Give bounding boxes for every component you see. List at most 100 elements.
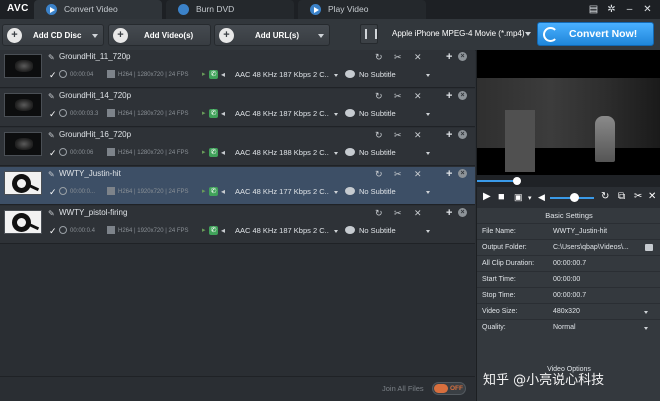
- checkmark-icon[interactable]: ✓: [49, 148, 57, 158]
- audio-track-select[interactable]: AAC 48 KHz 187 Kbps 2 C...: [235, 108, 329, 120]
- plus-icon[interactable]: +: [446, 168, 452, 180]
- seek-handle[interactable]: [513, 177, 522, 185]
- chevron-down-icon[interactable]: [426, 191, 430, 194]
- chevron-down-icon[interactable]: [644, 311, 648, 314]
- remove-file-icon[interactable]: ×: [458, 208, 467, 217]
- folder-icon[interactable]: [645, 244, 653, 251]
- join-all-files-toggle[interactable]: OFF: [432, 382, 466, 395]
- remove-file-icon[interactable]: ×: [458, 52, 467, 61]
- file-name[interactable]: GroundHit_14_720p: [59, 90, 131, 102]
- file-row[interactable]: ✎ GroundHit_11_720p ↻ ✂ ✕ + × ✓ 00:00:04 H…: [0, 50, 475, 88]
- chevron-down-icon[interactable]: [426, 230, 430, 233]
- plus-icon[interactable]: +: [446, 90, 452, 102]
- cut-icon[interactable]: ✂: [394, 51, 402, 63]
- setting-value[interactable]: 00:00:00.7: [553, 256, 645, 272]
- chevron-down-icon[interactable]: ▾: [528, 193, 532, 205]
- cut-icon[interactable]: ✂: [394, 207, 402, 219]
- cut-icon[interactable]: ✂: [634, 191, 642, 203]
- pencil-icon[interactable]: ✎: [48, 93, 55, 101]
- effects-icon[interactable]: ✕: [414, 90, 422, 102]
- checkmark-icon[interactable]: ✓: [49, 109, 57, 119]
- rotate-icon[interactable]: ↻: [375, 90, 383, 102]
- chevron-down-icon[interactable]: [334, 113, 338, 116]
- subtitle-select[interactable]: No Subtitle: [359, 225, 396, 237]
- setting-value[interactable]: WWTY_Justin-hit: [553, 224, 645, 240]
- checkmark-icon[interactable]: ✓: [49, 187, 57, 197]
- volume-handle[interactable]: [570, 193, 580, 202]
- pencil-icon[interactable]: ✎: [48, 132, 55, 140]
- tab-convert-video[interactable]: Convert Video: [34, 0, 162, 19]
- subtitle-select[interactable]: No Subtitle: [359, 147, 396, 159]
- setting-value[interactable]: 480x320: [553, 304, 645, 320]
- tab-burn-dvd[interactable]: Burn DVD: [166, 0, 294, 19]
- chevron-down-icon[interactable]: [426, 74, 430, 77]
- play-icon[interactable]: ▶: [483, 191, 491, 203]
- stop-icon[interactable]: ■: [498, 191, 505, 203]
- file-row[interactable]: ✎ WWTY_Justin-hit ↻ ✂ ✕ + × ✓ 00:00:0... H…: [0, 167, 475, 205]
- chevron-down-icon[interactable]: [334, 230, 338, 233]
- audio-track-select[interactable]: AAC 48 KHz 187 Kbps 2 C...: [235, 69, 329, 81]
- file-name[interactable]: GroundHit_16_720p: [59, 129, 131, 141]
- setting-value[interactable]: 00:00:00.7: [553, 288, 645, 304]
- cut-icon[interactable]: ✂: [394, 168, 402, 180]
- volume-icon[interactable]: ◀: [538, 191, 545, 203]
- chevron-down-icon[interactable]: [426, 152, 430, 155]
- rotate-icon[interactable]: ↻: [375, 168, 383, 180]
- subtitle-select[interactable]: No Subtitle: [359, 186, 396, 198]
- pencil-icon[interactable]: ✎: [48, 54, 55, 62]
- effects-icon[interactable]: ✕: [414, 129, 422, 141]
- effects-icon[interactable]: ✕: [648, 191, 656, 203]
- file-name[interactable]: WWTY_pistol-firing: [59, 207, 127, 219]
- rotate-icon[interactable]: ↻: [601, 191, 609, 203]
- checkmark-icon[interactable]: ✓: [49, 226, 57, 236]
- effects-icon[interactable]: ✕: [414, 207, 422, 219]
- cut-icon[interactable]: ✂: [394, 129, 402, 141]
- audio-track-select[interactable]: AAC 48 KHz 188 Kbps 2 C...: [235, 147, 329, 159]
- convert-now-button[interactable]: Convert Now!: [537, 22, 654, 46]
- setting-value[interactable]: Normal: [553, 320, 645, 336]
- remove-file-icon[interactable]: ×: [458, 169, 467, 178]
- chevron-down-icon[interactable]: [426, 113, 430, 116]
- setting-value[interactable]: 00:00:00: [553, 272, 645, 288]
- audio-track-select[interactable]: AAC 48 KHz 187 Kbps 2 C...: [235, 225, 329, 237]
- file-name[interactable]: WWTY_Justin-hit: [59, 168, 121, 180]
- file-name[interactable]: GroundHit_11_720p: [59, 51, 130, 63]
- rotate-icon[interactable]: ↻: [375, 51, 383, 63]
- subtitle-select[interactable]: No Subtitle: [359, 69, 396, 81]
- subtitle-select[interactable]: No Subtitle: [359, 108, 396, 120]
- edit-icon[interactable]: ⧉: [618, 191, 625, 203]
- pencil-icon[interactable]: ✎: [48, 210, 55, 218]
- add-videos-button[interactable]: Add Video(s): [108, 24, 211, 46]
- effects-icon[interactable]: ✕: [414, 168, 422, 180]
- add-urls-button[interactable]: Add URL(s): [214, 24, 330, 46]
- remove-file-icon[interactable]: ×: [458, 91, 467, 100]
- rotate-icon[interactable]: ↻: [375, 207, 383, 219]
- setting-value[interactable]: C:\Users\qbap\Videos\...: [553, 240, 645, 256]
- tab-play-video[interactable]: Play Video: [298, 0, 426, 19]
- gear-icon[interactable]: ✲: [605, 3, 618, 16]
- chevron-down-icon[interactable]: [334, 152, 338, 155]
- plus-icon[interactable]: +: [446, 129, 452, 141]
- cut-icon[interactable]: ✂: [394, 90, 402, 102]
- chevron-down-icon[interactable]: [334, 74, 338, 77]
- file-row[interactable]: ✎ WWTY_pistol-firing ↻ ✂ ✕ + × ✓ 00:00:0.4…: [0, 206, 475, 244]
- effects-icon[interactable]: ✕: [414, 51, 422, 63]
- chevron-down-icon[interactable]: [644, 327, 648, 330]
- file-row[interactable]: ✎ GroundHit_14_720p ↻ ✂ ✕ + × ✓ 00:00:03.3…: [0, 89, 475, 127]
- add-cd-disc-button[interactable]: Add CD Disc: [2, 24, 104, 46]
- device-icon[interactable]: [360, 24, 378, 44]
- plus-icon[interactable]: +: [446, 207, 452, 219]
- plus-icon[interactable]: +: [446, 51, 452, 63]
- checkmark-icon[interactable]: ✓: [49, 70, 57, 80]
- audio-track-select[interactable]: AAC 48 KHz 177 Kbps 2 C...: [235, 186, 329, 198]
- seek-bar[interactable]: [477, 175, 660, 187]
- remove-file-icon[interactable]: ×: [458, 130, 467, 139]
- minimize-button[interactable]: –: [623, 3, 636, 16]
- rotate-icon[interactable]: ↻: [375, 129, 383, 141]
- chevron-down-icon[interactable]: [334, 191, 338, 194]
- snapshot-icon[interactable]: ▣: [514, 191, 523, 203]
- pencil-icon[interactable]: ✎: [48, 171, 55, 179]
- close-button[interactable]: ✕: [641, 3, 654, 16]
- file-row[interactable]: ✎ GroundHit_16_720p ↻ ✂ ✕ + × ✓ 00:00:06 H…: [0, 128, 475, 166]
- output-format-select[interactable]: Apple iPhone MPEG-4 Movie (*.mp4): [380, 24, 533, 44]
